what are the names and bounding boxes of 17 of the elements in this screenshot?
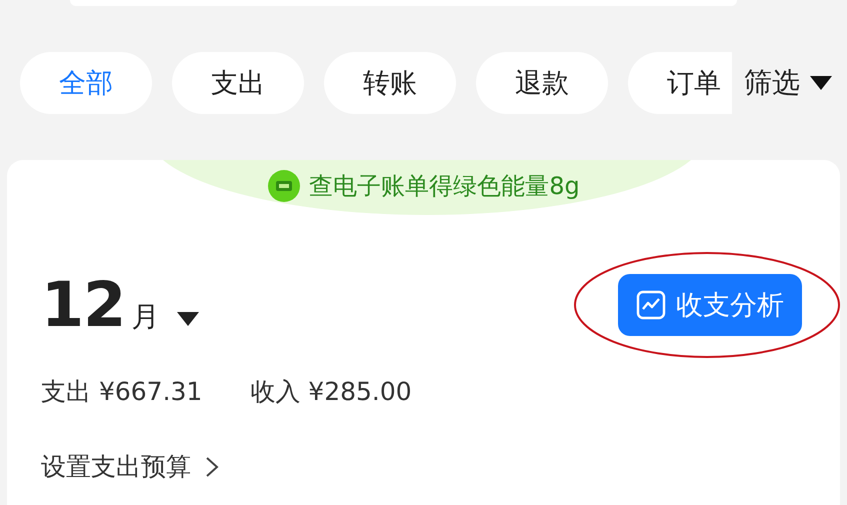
filter-tab[interactable]: 订单 <box>628 52 732 114</box>
caret-icon <box>810 76 832 90</box>
caret-icon[interactable] <box>177 312 200 326</box>
filter-tab[interactable]: 转账 <box>324 52 456 114</box>
filter-dropdown[interactable]: 筛选 <box>744 64 832 102</box>
chevron-right-icon <box>205 456 219 478</box>
line-chart-icon <box>636 290 666 320</box>
budget-link[interactable]: 设置支出预算 <box>41 450 219 483</box>
filter-tab[interactable]: 全部 <box>20 52 152 114</box>
filter-tab[interactable]: 支出 <box>172 52 304 114</box>
month-number: 12 <box>41 268 126 341</box>
analysis-button[interactable]: 收支分析 <box>618 274 802 336</box>
filter-tab[interactable]: 退款 <box>476 52 608 114</box>
month-unit: 月 <box>131 299 160 335</box>
summary-amount: 支出 ¥667.31 <box>41 376 202 408</box>
energy-badge-icon <box>267 169 302 203</box>
summary-amount: 收入 ¥285.00 <box>250 376 412 408</box>
